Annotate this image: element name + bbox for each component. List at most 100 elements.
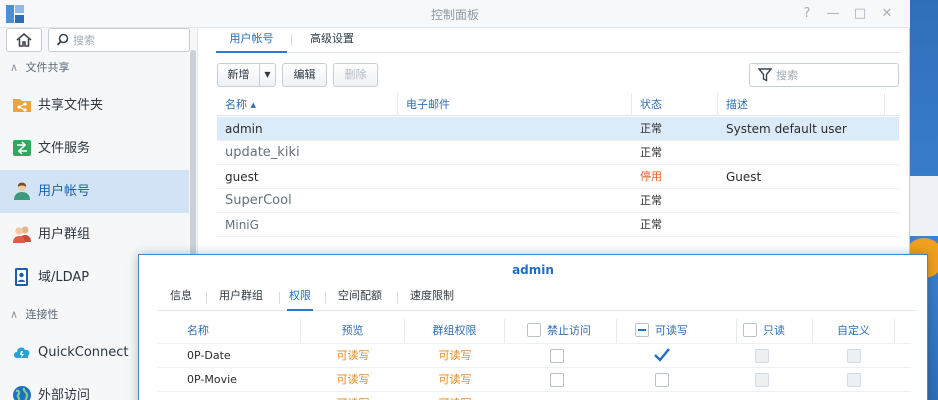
user-email: [398, 165, 406, 189]
section-label: 连接性: [25, 308, 59, 321]
preview-permission: 可读写: [301, 392, 405, 400]
column-header-email[interactable]: 电子邮件: [398, 93, 632, 116]
table-row[interactable]: 0P-Movie 可读写 可读写: [157, 367, 911, 391]
main-tabs: 用户帐号 高级设置: [216, 28, 902, 53]
tab-advanced-settings[interactable]: 高级设置: [296, 28, 368, 53]
globe-icon: [13, 386, 31, 400]
dialog-tabs: 信息 用户群组 权限 空间配额 速度限制: [157, 285, 917, 311]
close-icon[interactable]: ✕: [878, 5, 896, 23]
user-name: MiniG: [225, 218, 259, 232]
user-status: 正常: [640, 218, 662, 231]
column-header-custom[interactable]: 自定义: [813, 319, 895, 343]
column-header-preview[interactable]: 预览: [301, 319, 405, 343]
checkbox-read-write[interactable]: [654, 348, 670, 363]
checkbox-custom[interactable]: [847, 373, 861, 387]
sidebar-scrollbar-thumb[interactable]: [190, 50, 196, 255]
user-description: [718, 189, 726, 213]
column-header-read-write[interactable]: 可读写: [617, 319, 737, 343]
user-table: 名称 ▴ 电子邮件 状态 描述 admin 正常 System default …: [217, 93, 899, 248]
checkbox-deny[interactable]: [550, 349, 564, 363]
caret-down-icon: ▼: [264, 70, 271, 79]
chevron-up-icon: ∧: [10, 308, 19, 321]
tab-quota[interactable]: 空间配额: [335, 285, 385, 311]
group-permission: 可读写: [405, 392, 505, 400]
column-header-status[interactable]: 状态: [632, 93, 718, 116]
shared-folder-name: 0P-Movie: [187, 373, 237, 386]
checkbox-read-write[interactable]: [655, 373, 669, 387]
column-header-group-permission[interactable]: 群组权限: [405, 319, 505, 343]
add-dropdown-button[interactable]: ▼: [259, 63, 276, 87]
sidebar-item-label: 用户帐号: [38, 184, 91, 199]
home-button[interactable]: [6, 28, 42, 52]
delete-button[interactable]: 删除: [333, 63, 378, 87]
column-label: 禁止访问: [547, 324, 591, 337]
desktop-widget: [909, 176, 938, 236]
user-icon: [14, 182, 30, 200]
table-header: 名称 ▴ 电子邮件 状态 描述: [217, 93, 899, 116]
section-header-file-sharing[interactable]: ∧ 文件共享: [10, 58, 188, 78]
sidebar-item-user-group[interactable]: 用户群组: [0, 213, 189, 256]
checkbox-deny[interactable]: [550, 373, 564, 387]
table-row[interactable]: update_kiki 正常: [217, 141, 899, 165]
table-row[interactable]: 0P-Date 可读写 可读写: [157, 343, 911, 367]
table-row[interactable]: admin 正常 System default user: [217, 117, 899, 141]
sidebar-item-label: 外部访问: [38, 388, 91, 400]
sidebar-item-file-services[interactable]: 文件服务: [0, 127, 189, 170]
sidebar-item-label: 文件服务: [38, 141, 91, 156]
header-checkbox-read-only[interactable]: [743, 323, 757, 337]
user-name: admin: [225, 122, 263, 136]
home-icon: [16, 32, 32, 47]
table-row[interactable]: SuperCool 正常: [217, 189, 899, 213]
filter-search-box: [749, 63, 899, 87]
domain-ldap-icon: [15, 268, 28, 286]
checkbox-custom[interactable]: [847, 349, 861, 363]
tab-speed-limit[interactable]: 速度限制: [407, 285, 457, 311]
tab-permissions[interactable]: 权限: [287, 285, 313, 311]
file-services-icon: [13, 140, 31, 156]
column-header-read-only[interactable]: 只读: [737, 319, 813, 343]
table-row[interactable]: 可读写 可读写: [157, 391, 911, 400]
edit-button[interactable]: 编辑: [282, 63, 327, 87]
tab-user-group[interactable]: 用户群组: [215, 285, 267, 311]
tab-separator: [325, 292, 326, 304]
checkbox-read-only[interactable]: [755, 349, 769, 363]
add-button[interactable]: 新增: [217, 63, 260, 87]
sidebar-search-box: [48, 28, 190, 52]
search-icon: [56, 33, 69, 46]
checkbox-read-only[interactable]: [755, 373, 769, 387]
table-row[interactable]: guest 停用 Guest: [217, 165, 899, 189]
group-icon: [13, 226, 31, 243]
sidebar-search-input[interactable]: [73, 31, 185, 49]
user-email: [398, 189, 406, 213]
user-name: SuperCool: [225, 193, 292, 208]
user-status: 正常: [640, 194, 662, 207]
tab-user-account[interactable]: 用户帐号: [216, 28, 287, 53]
user-status: 正常: [640, 122, 662, 135]
preview-permission: 可读写: [336, 373, 370, 386]
user-description: [718, 213, 726, 237]
help-icon[interactable]: ?: [798, 5, 816, 23]
header-checkbox-deny[interactable]: [527, 323, 541, 337]
table-row[interactable]: MiniG 正常: [217, 213, 899, 237]
sidebar-item-user-account[interactable]: 用户帐号: [0, 170, 189, 213]
sidebar-item-label: 用户群组: [38, 227, 91, 242]
shared-folder-name: 0P-Date: [187, 349, 231, 362]
dialog-title[interactable]: admin: [139, 255, 927, 285]
title-bar[interactable]: 控制面板 ? — □ ✕: [0, 0, 910, 28]
sidebar-item-shared-folder[interactable]: 共享文件夹: [0, 84, 189, 127]
maximize-icon[interactable]: □: [851, 5, 869, 23]
user-description: Guest: [726, 170, 762, 184]
minimize-icon[interactable]: —: [824, 5, 842, 23]
tab-info[interactable]: 信息: [167, 285, 195, 311]
sidebar-item-label: QuickConnect: [38, 345, 129, 360]
column-label: 可读写: [655, 324, 688, 337]
header-checkbox-read-write[interactable]: [635, 323, 649, 337]
column-header-deny[interactable]: 禁止访问: [505, 319, 617, 343]
sidebar-item-label: 域/LDAP: [38, 270, 90, 285]
column-header-description[interactable]: 描述: [718, 93, 885, 116]
column-header-name[interactable]: 名称 ▴: [217, 93, 398, 116]
column-header-name[interactable]: 名称: [157, 319, 301, 343]
filter-icon: [758, 68, 772, 82]
filter-search-input[interactable]: [776, 66, 892, 84]
user-name: guest: [225, 170, 259, 184]
